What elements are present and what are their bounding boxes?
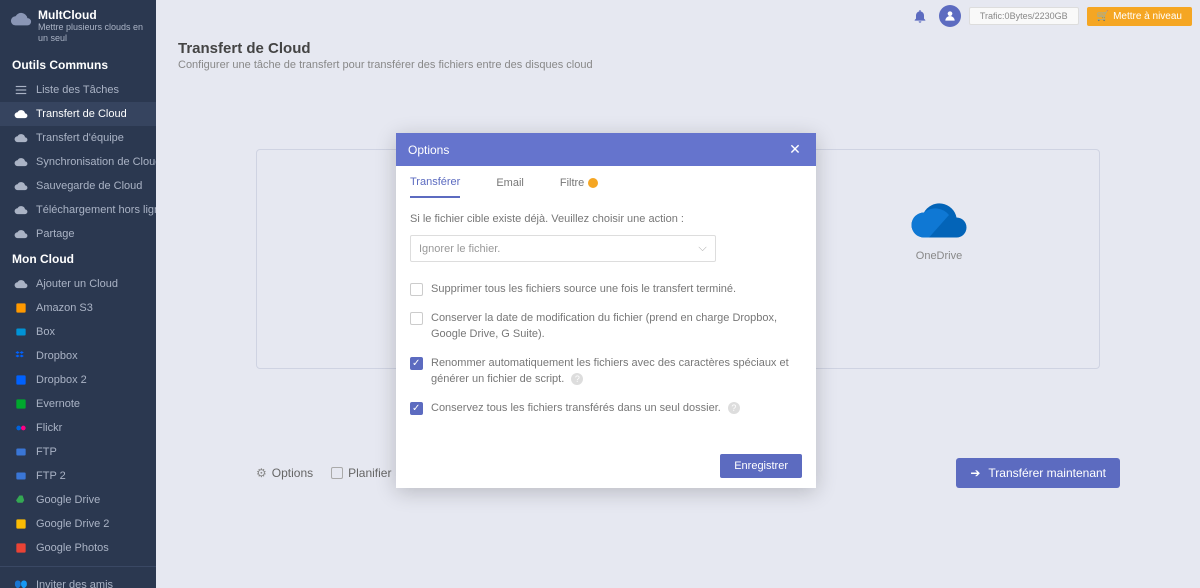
checkbox-icon[interactable] bbox=[410, 402, 423, 415]
tab-label: Transférer bbox=[410, 176, 460, 188]
check-single-folder[interactable]: Conservez tous les fichiers transférés d… bbox=[410, 401, 802, 416]
modal-footer: Enregistrer bbox=[396, 444, 816, 488]
tab-filter[interactable]: Filtre bbox=[560, 176, 598, 198]
check-label: Conserver la date de modification du fic… bbox=[431, 311, 802, 342]
check-label: Supprimer tous les fichiers source une f… bbox=[431, 282, 736, 297]
check-rename-special[interactable]: Renommer automatiquement les fichiers av… bbox=[410, 356, 802, 387]
modal-header: Options ✕ bbox=[396, 133, 816, 166]
options-modal: Options ✕ Transférer Email Filtre Si le … bbox=[396, 133, 816, 488]
modal-title: Options bbox=[408, 143, 449, 157]
check-label: Conservez tous les fichiers transférés d… bbox=[431, 402, 721, 414]
modal-body: Si le fichier cible existe déjà. Veuille… bbox=[396, 199, 816, 444]
checkbox-icon[interactable] bbox=[410, 283, 423, 296]
tab-email[interactable]: Email bbox=[496, 176, 524, 198]
check-label: Renommer automatiquement les fichiers av… bbox=[431, 357, 789, 384]
tab-label: Email bbox=[496, 177, 524, 189]
checkbox-icon[interactable] bbox=[410, 312, 423, 325]
save-label: Enregistrer bbox=[734, 460, 788, 472]
conflict-select[interactable]: Ignorer le fichier. ⌵ bbox=[410, 235, 716, 262]
chevron-down-icon: ⌵ bbox=[698, 242, 706, 255]
modal-overlay: Options ✕ Transférer Email Filtre Si le … bbox=[0, 0, 1200, 588]
conflict-prompt: Si le fichier cible existe déjà. Veuille… bbox=[410, 213, 802, 225]
tab-label: Filtre bbox=[560, 177, 584, 189]
modal-tabs: Transférer Email Filtre bbox=[396, 166, 816, 199]
checkbox-icon[interactable] bbox=[410, 357, 423, 370]
close-icon[interactable]: ✕ bbox=[786, 141, 804, 158]
help-icon[interactable]: ? bbox=[571, 373, 583, 385]
check-delete-source[interactable]: Supprimer tous les fichiers source une f… bbox=[410, 282, 802, 297]
select-value: Ignorer le fichier. bbox=[419, 243, 500, 255]
check-keep-mtime[interactable]: Conserver la date de modification du fic… bbox=[410, 311, 802, 342]
badge-icon bbox=[588, 178, 598, 188]
tab-transfer[interactable]: Transférer bbox=[410, 176, 460, 198]
save-button[interactable]: Enregistrer bbox=[720, 454, 802, 478]
help-icon[interactable]: ? bbox=[728, 402, 740, 414]
